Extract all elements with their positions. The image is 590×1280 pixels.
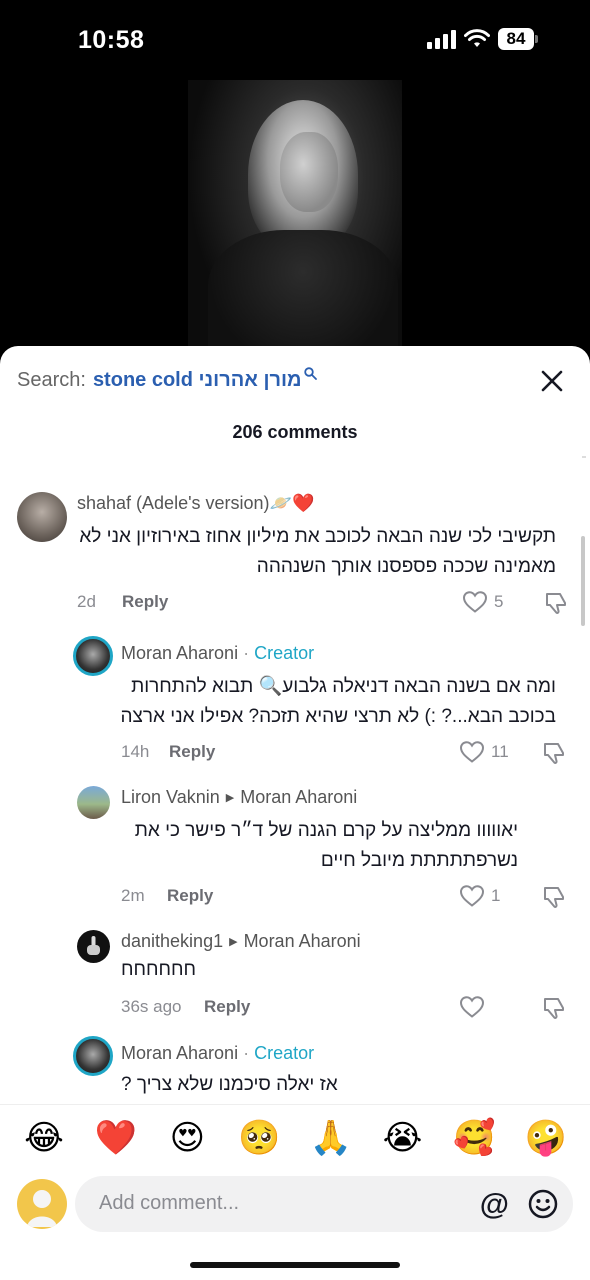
comment-author[interactable]: Moran Aharoni · Creator	[121, 1043, 314, 1064]
avatar[interactable]	[77, 930, 110, 963]
video-player[interactable]	[188, 80, 402, 355]
scrollbar[interactable]	[581, 536, 585, 626]
search-icon	[303, 366, 317, 380]
status-icons: 84	[427, 28, 538, 50]
dislike-icon[interactable]	[541, 884, 567, 910]
reply-to-name[interactable]: Moran Aharoni	[244, 931, 361, 952]
comment-text-line: בכוכב הבא...? :) לא תרצי שהיא תזכה? אפיל…	[120, 706, 556, 727]
emoji-icon[interactable]	[527, 1188, 559, 1220]
home-indicator[interactable]	[190, 1262, 400, 1268]
close-icon[interactable]	[535, 364, 569, 398]
comment-placeholder: Add comment...	[99, 1192, 240, 1214]
comment-text-line: נשרפתתתתת מיובל חיים	[320, 850, 518, 871]
reply-button[interactable]: Reply	[122, 592, 168, 612]
creator-badge: Creator	[254, 1043, 315, 1063]
comment-time: 2d	[77, 592, 96, 611]
status-time: 10:58	[78, 26, 145, 54]
like-count: 5	[494, 592, 504, 611]
like-button[interactable]	[459, 995, 491, 1019]
like-button[interactable]: 11	[459, 740, 509, 764]
battery-icon: 84	[498, 28, 538, 50]
comment-time: 36s ago	[121, 997, 182, 1016]
comment-time: 2m	[121, 886, 145, 905]
search-query-link[interactable]: stone cold מורן אהרוני	[93, 369, 302, 392]
emoji-laughing[interactable]: 😂	[22, 1118, 66, 1158]
comment-text-line: ומה אם בשנה הבאה דניאלה גלבוע🔍 תבוא להתח…	[131, 676, 556, 697]
comment-time: 14h	[121, 742, 150, 761]
comment-text: ומה אם בשנה הבאה דניאלה גלבוע🔍 תבוא להתח…	[96, 672, 556, 732]
comment-author[interactable]: Liron Vaknin ▶ Moran Aharoni	[121, 787, 357, 808]
heart-icon	[459, 996, 485, 1018]
like-count: 11	[491, 742, 509, 761]
mention-icon[interactable]: @	[480, 1188, 509, 1222]
separator: ·	[243, 643, 250, 663]
emoji-heart[interactable]: ❤️	[94, 1118, 138, 1158]
comment-author[interactable]: shahaf (Adele's version)🪐❤️	[77, 493, 314, 514]
comment-text: יאווווו ממליצה על קרם הגנה של ד״ר פישר כ…	[98, 816, 518, 876]
heart-icon	[459, 741, 485, 763]
comment-text: תקשיבי לכי שנה הבאה לכוכב את מיליון אחוז…	[56, 522, 556, 582]
comment-text-line: תקשיבי לכי שנה הבאה לכוכב את מיליון אחוז…	[79, 526, 556, 547]
comment-text-line: אז יאלה סיכמנו שלא צריך ?	[121, 1074, 338, 1095]
reply-arrow-icon: ▶	[229, 936, 238, 948]
separator: ·	[243, 1043, 250, 1063]
divider	[0, 1104, 590, 1105]
emoji-pray[interactable]: 🙏	[309, 1118, 353, 1158]
heart-icon	[459, 885, 485, 907]
author-name[interactable]: Liron Vaknin	[121, 787, 220, 808]
avatar[interactable]	[73, 636, 113, 676]
reply-to-name[interactable]: Moran Aharoni	[240, 787, 357, 808]
user-avatar-icon	[27, 1190, 57, 1227]
emoji-heart-eyes[interactable]: 😍	[165, 1118, 209, 1158]
related-search[interactable]: Search: stone cold מורן אהרוני	[17, 366, 573, 394]
comment-meta: 2d Reply	[77, 592, 168, 612]
hand-gesture-icon	[87, 936, 100, 955]
status-bar: 10:58 84	[0, 0, 590, 80]
emoji-smiling-hearts[interactable]: 🥰	[452, 1118, 496, 1158]
like-button[interactable]: 1	[459, 884, 500, 908]
emoji-crying[interactable]: 😭	[381, 1118, 425, 1158]
creator-badge: Creator	[254, 643, 315, 663]
comment-meta: 2m Reply	[121, 886, 213, 906]
avatar[interactable]	[73, 1036, 113, 1076]
battery-level: 84	[498, 28, 534, 50]
emoji-bar: 😂 ❤️ 😍 🥺 🙏 😭 🥰 🤪	[22, 1118, 568, 1158]
author-name[interactable]: Moran Aharoni	[121, 1043, 238, 1064]
author-name[interactable]: Moran Aharoni	[121, 643, 238, 664]
author-name[interactable]: danitheking1	[121, 931, 223, 952]
wifi-icon	[464, 29, 490, 47]
comments-count: 206 comments	[232, 422, 358, 442]
emoji-zany[interactable]: 🤪	[524, 1118, 568, 1158]
avatar[interactable]	[17, 1179, 67, 1229]
scroll-tick	[582, 456, 586, 458]
reply-button[interactable]: Reply	[204, 997, 250, 1017]
comment-input[interactable]: Add comment... @	[75, 1176, 573, 1232]
emoji-pleading[interactable]: 🥺	[237, 1118, 281, 1158]
reply-button[interactable]: Reply	[169, 742, 215, 762]
comment-meta: 36s ago Reply	[121, 997, 250, 1017]
reply-arrow-icon: ▶	[225, 792, 235, 804]
dislike-icon[interactable]	[543, 590, 569, 616]
comment-author[interactable]: danitheking1 ▶ Moran Aharoni	[121, 931, 361, 952]
comment-text-line: יאווווו ממליצה על קרם הגנה של ד״ר פישר כ…	[134, 820, 518, 841]
avatar[interactable]	[77, 786, 110, 819]
comment-text: אז יאלה סיכמנו שלא צריך ?	[121, 1070, 351, 1100]
author-name[interactable]: shahaf (Adele's version)🪐❤️	[77, 493, 314, 514]
dislike-icon[interactable]	[541, 995, 567, 1021]
like-count: 1	[491, 886, 501, 905]
comment-text-line: מאמינה שככה פספסנו אותך השנההה	[256, 556, 556, 577]
comment-composer: Add comment... @	[17, 1176, 573, 1232]
heart-icon	[462, 591, 488, 613]
comment-text: חחחחחח	[121, 955, 241, 985]
comment-meta: 14h Reply	[121, 742, 215, 762]
comment-author[interactable]: Moran Aharoni · Creator	[121, 643, 314, 664]
comment-text-line: חחחחחח	[121, 959, 197, 980]
like-button[interactable]: 5	[462, 590, 503, 614]
cellular-signal-icon	[427, 29, 456, 49]
comments-sheet: Search: stone cold מורן אהרוני 206 comme…	[0, 346, 590, 1280]
search-label: Search:	[17, 368, 86, 391]
reply-button[interactable]: Reply	[167, 886, 213, 906]
dislike-icon[interactable]	[541, 740, 567, 766]
